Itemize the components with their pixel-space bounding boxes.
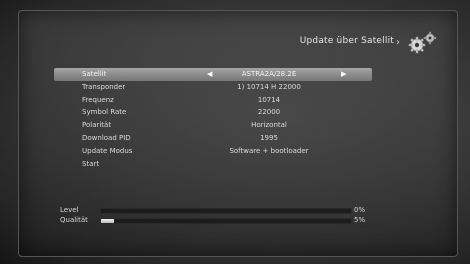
menu-row-value: 1) 10714 H 22000 [237,82,301,91]
level-label: Level [60,206,79,214]
quality-bar-fill [101,219,114,223]
gears-icon [406,30,440,56]
menu-row-update-modus[interactable]: Update Modus Software + bootloader [54,145,372,158]
menu-row-start[interactable]: Start [54,158,372,171]
screen-background: Update über Satellit › Satellit ◀ ASTRA2… [0,0,470,264]
menu-row-value: ASTRA2A/28.2E [241,70,297,78]
settings-menu: Satellit ◀ ASTRA2A/28.2E ▶ Transponder 1… [54,68,372,170]
menu-row-label: Frequenz [82,95,114,104]
menu-row-label: Symbol Rate [82,108,127,117]
quality-bar-track [100,218,352,224]
quality-label: Qualität [60,216,88,224]
menu-row-label: Polarität [82,121,112,130]
level-bar-track [100,208,352,214]
menu-row-value: 10714 [257,95,281,104]
signal-panel: Level 0% Qualität 5% [60,205,376,225]
menu-row-label: Download PID [82,133,131,142]
quality-bar-row: Qualität 5% [60,215,376,225]
menu-row-label: Satellit [82,70,107,78]
menu-row-value: 1995 [260,133,278,142]
menu-row-symbol-rate[interactable]: Symbol Rate 22000 [54,106,372,119]
menu-row-value: 22000 [257,108,281,117]
menu-row-frequenz[interactable]: Frequenz 10714 [54,94,372,107]
quality-value: 5% [354,216,366,224]
level-bar-row: Level 0% [60,205,376,215]
menu-row-label: Update Modus [82,146,133,155]
start-button[interactable]: Start [82,158,99,171]
arrow-right-icon[interactable]: ▶ [341,68,346,81]
menu-row-value: Software + bootloader [229,146,309,155]
menu-row-polaritaet[interactable]: Polarität Horizontal [54,119,372,132]
menu-row-transponder[interactable]: Transponder 1) 10714 H 22000 [54,81,372,94]
menu-row-value: Horizontal [251,121,287,130]
menu-row-satellit[interactable]: Satellit ◀ ASTRA2A/28.2E ▶ [54,68,372,81]
chevron-right-icon: › [396,37,400,48]
level-value: 0% [354,206,366,214]
menu-row-download-pid[interactable]: Download PID 1995 [54,132,372,145]
page-title: Update über Satellit [299,36,394,46]
menu-row-label: Transponder [82,82,126,91]
